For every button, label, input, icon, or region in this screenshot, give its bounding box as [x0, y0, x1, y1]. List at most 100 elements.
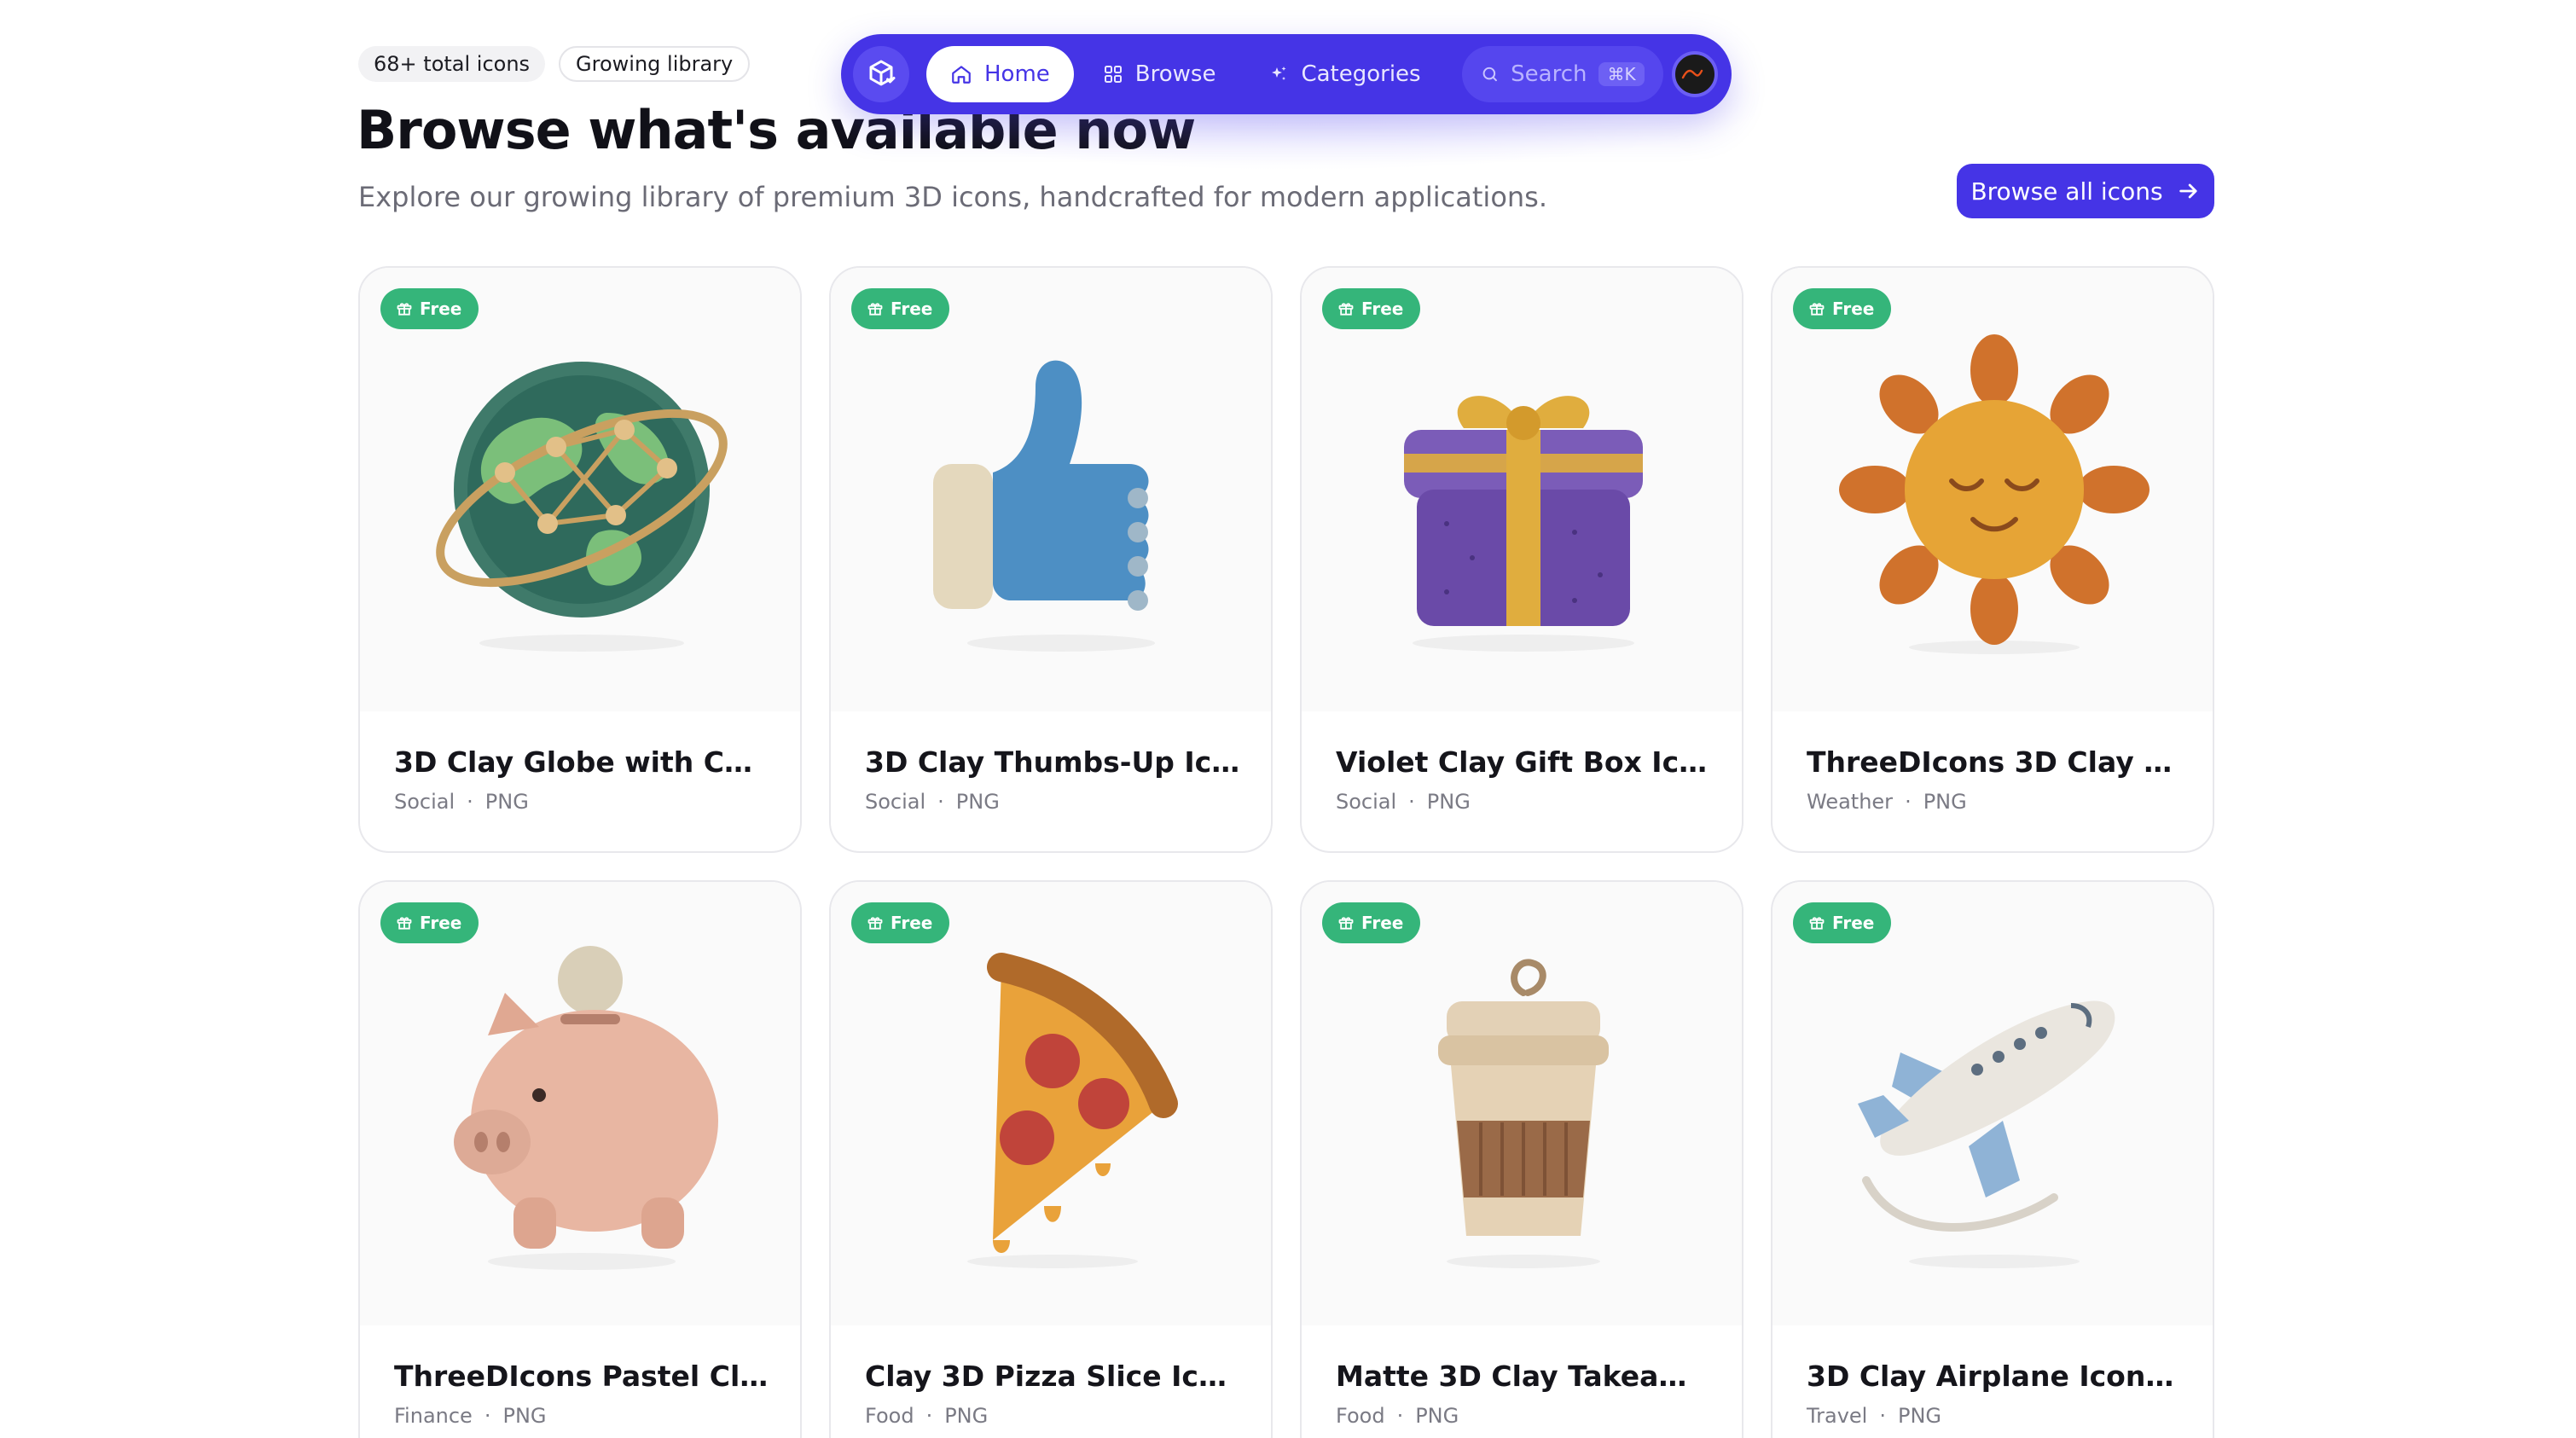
free-badge-label: Free [1361, 299, 1404, 319]
sun-illustration [1839, 334, 2150, 654]
icon-preview: Free [360, 882, 800, 1325]
icon-preview: Free [1772, 882, 2213, 1325]
piggy-bank-illustration [454, 946, 718, 1270]
free-badge-label: Free [891, 913, 933, 933]
search-icon [1482, 67, 1497, 82]
icon-card[interactable]: Free 3D Clay Airplane Icon - Sle... Trav… [1771, 880, 2214, 1438]
gift-icon [1809, 917, 1825, 930]
card-title: Violet Clay Gift Box Icon wi... [1336, 745, 1711, 779]
card-format: PNG [1897, 1404, 1942, 1428]
gift-box-illustration [1404, 396, 1643, 652]
card-format: PNG [484, 790, 529, 814]
search-placeholder: Search [1511, 61, 1587, 87]
card-title: 3D Clay Airplane Icon - Sle... [1807, 1360, 2182, 1393]
card-category: Social [865, 790, 926, 814]
floating-nav: Home Browse Categories Search ⌘K [841, 34, 1732, 114]
free-badge-label: Free [1832, 913, 1875, 933]
gift-icon [867, 917, 883, 930]
avatar-icon [1681, 69, 1703, 79]
icon-preview: Free [831, 882, 1271, 1325]
thumbs-up-illustration [933, 360, 1155, 652]
card-category: Finance [394, 1404, 473, 1428]
page: 68+ total icons Growing library Browse w… [0, 0, 2576, 1438]
gift-icon [1809, 303, 1825, 316]
free-badge-label: Free [420, 913, 462, 933]
nav-home-label: Home [984, 61, 1050, 87]
icon-card[interactable]: Free Matte 3D Clay Takeaway C... Food · … [1300, 880, 1743, 1438]
card-format: PNG [1426, 790, 1471, 814]
icon-card[interactable]: Free 3D Clay Thumbs-Up Icon ... Social ·… [829, 266, 1273, 853]
card-category: Social [1336, 790, 1397, 814]
meta-separator: · [484, 1404, 491, 1428]
meta-separator: · [937, 790, 944, 814]
search-shortcut: ⌘K [1598, 62, 1645, 86]
card-meta: Food · PNG [1336, 1404, 1459, 1428]
card-title: 3D Clay Thumbs-Up Icon ... [865, 745, 1240, 779]
growing-library-chip: Growing library [559, 46, 751, 82]
nav-browse-label: Browse [1134, 61, 1216, 87]
card-format: PNG [1415, 1404, 1459, 1428]
nav-home[interactable]: Home [926, 46, 1074, 102]
logo-button[interactable] [853, 46, 909, 102]
icon-card[interactable]: Free ThreeDIcons 3D Clay S Weather · PNG [1771, 266, 2214, 853]
card-category: Travel [1807, 1404, 1868, 1428]
page-subtitle: Explore our growing library of premium 3… [358, 181, 1548, 213]
icon-card[interactable]: Free 3D Clay Globe with Conne... Social [358, 266, 802, 853]
avatar[interactable] [1671, 51, 1718, 97]
free-badge-label: Free [1832, 299, 1875, 319]
card-format: PNG [1923, 790, 1967, 814]
meta-separator: · [1408, 790, 1415, 814]
meta-separator: · [1396, 1404, 1404, 1428]
icon-card[interactable]: Free Violet Clay Gift Box Icon wi... Soc… [1300, 266, 1743, 853]
card-title: ThreeDIcons Pastel Clay Pi... [394, 1360, 769, 1393]
icon-card[interactable]: Free Clay 3D Pizza Slice Icon — ... Food… [829, 880, 1273, 1438]
card-title: 3D Clay Globe with Conne... [394, 745, 769, 779]
card-format: PNG [955, 790, 1000, 814]
meta-separator: · [925, 1404, 933, 1428]
card-meta: Food · PNG [865, 1404, 988, 1428]
card-format: PNG [944, 1404, 989, 1428]
globe-illustration [436, 362, 728, 652]
gift-icon [867, 303, 883, 316]
meta-separator: · [467, 790, 473, 814]
icon-preview: Free [1772, 268, 2213, 711]
total-icons-chip: 68+ total icons [358, 46, 546, 82]
card-meta: Weather · PNG [1807, 790, 1967, 814]
free-badge-label: Free [891, 299, 933, 319]
nav-categories-label: Categories [1301, 61, 1421, 87]
nav-browse[interactable]: Browse [1079, 46, 1240, 102]
icon-preview: Free [1302, 882, 1742, 1325]
card-category: Weather [1807, 790, 1894, 814]
sparkle-icon [1272, 67, 1286, 80]
meta-separator: · [1905, 790, 1912, 814]
icon-card[interactable]: Free ThreeDIcons Pastel Clay Pi... [358, 880, 802, 1438]
arrow-right-icon [2179, 183, 2197, 199]
meta-separator: · [1879, 1404, 1886, 1428]
cube-logo-icon [869, 60, 896, 86]
nav-categories[interactable]: Categories [1244, 46, 1444, 102]
icon-preview: Free [831, 268, 1271, 711]
card-category: Food [1336, 1404, 1385, 1428]
gift-icon [1338, 303, 1354, 316]
search-input[interactable]: Search ⌘K [1461, 46, 1663, 102]
gift-icon [397, 303, 412, 316]
icon-preview: Free [360, 268, 800, 711]
card-title: ThreeDIcons 3D Clay Sun ... [1807, 745, 2182, 779]
browse-all-icons-button[interactable]: Browse all icons [1957, 164, 2214, 218]
grid-icon [1104, 66, 1122, 83]
card-category: Social [394, 790, 455, 814]
card-title: Matte 3D Clay Takeaway C... [1336, 1360, 1711, 1393]
card-format: PNG [502, 1404, 547, 1428]
gift-icon [397, 917, 412, 930]
gift-icon [1338, 917, 1354, 930]
card-title: Clay 3D Pizza Slice Icon — ... [865, 1360, 1240, 1393]
free-badge-label: Free [420, 299, 462, 319]
card-meta: Social · PNG [394, 790, 529, 814]
browse-all-label: Browse all icons [1970, 177, 2163, 206]
card-category: Food [865, 1404, 914, 1428]
home-icon [952, 66, 971, 84]
free-badge-label: Free [1361, 913, 1404, 933]
card-meta: Finance · PNG [394, 1404, 547, 1428]
airplane-illustration [1858, 1000, 2115, 1268]
card-meta: Travel · PNG [1807, 1404, 1941, 1428]
